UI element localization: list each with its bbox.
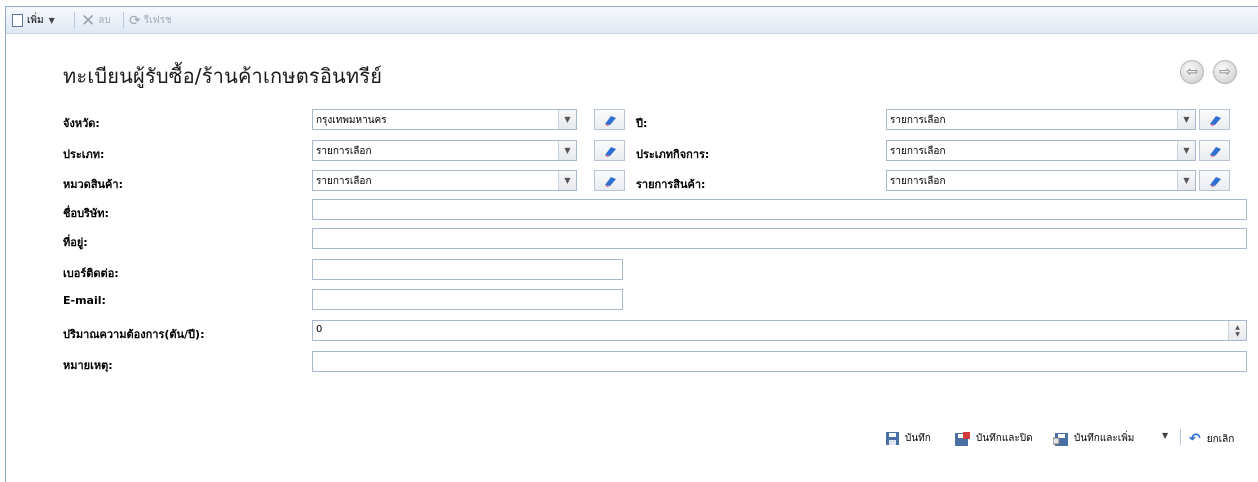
save-add-label: บันทึกและเพิ่ม	[1074, 433, 1135, 444]
spin-down-icon[interactable]: ▼	[1235, 331, 1240, 338]
spin-up-icon[interactable]: ▲	[1235, 324, 1240, 331]
chevron-down-icon: ▼	[48, 16, 55, 25]
phone-input[interactable]	[312, 259, 623, 280]
action-divider	[1180, 429, 1181, 445]
delete-button[interactable]: ✕ ลบ	[81, 12, 111, 29]
phone-label: เบอร์ติดต่อ:	[63, 267, 119, 280]
remark-input[interactable]	[312, 351, 1247, 372]
save-add-button[interactable]: บันทึกและเพิ่ม	[1053, 431, 1134, 446]
eraser-icon	[604, 146, 616, 157]
business-type-select[interactable]: รายการเลือก ▼	[886, 140, 1196, 161]
year-clear-button[interactable]	[1199, 109, 1230, 130]
chevron-down-icon[interactable]: ▼	[558, 110, 576, 129]
chevron-down-icon[interactable]: ▼	[558, 171, 576, 190]
email-label: E-mail:	[63, 294, 106, 307]
type-label: ประเภท:	[63, 148, 105, 161]
save-close-button[interactable]: บันทึกและปิด	[955, 431, 1033, 446]
address-label: ที่อยู่:	[63, 236, 88, 249]
business-type-label: ประเภทกิจการ:	[636, 148, 710, 161]
product-clear-button[interactable]	[1199, 170, 1230, 191]
province-clear-button[interactable]	[594, 109, 625, 130]
province-select[interactable]: กรุงเทพมหานคร ▼	[312, 109, 577, 130]
arrow-right-icon: ⇨	[1219, 64, 1231, 80]
toolbar-divider	[74, 12, 75, 28]
business-type-clear-button[interactable]	[1199, 140, 1230, 161]
save-add-dropdown[interactable]: ▼	[1162, 431, 1168, 440]
arrow-left-icon: ⇦	[1186, 64, 1198, 80]
toolbar: เพิ่ม ▼ ✕ ลบ ⟳ รีเฟรช	[6, 7, 1258, 34]
province-label: จังหวัด:	[63, 117, 100, 130]
new-document-icon	[12, 14, 23, 27]
category-value: รายการเลือก	[316, 176, 372, 187]
page-title: ทะเบียนผู้รับซื้อ/ร้านค้าเกษตรอินทรีย์	[63, 64, 383, 88]
forward-button[interactable]: ⇨	[1213, 60, 1237, 84]
eraser-icon	[1209, 176, 1221, 187]
refresh-icon: ⟳	[129, 12, 141, 29]
save-close-label: บันทึกและปิด	[976, 433, 1033, 444]
product-value: รายการเลือก	[890, 176, 946, 187]
refresh-button[interactable]: ⟳ รีเฟรช	[129, 12, 172, 29]
demand-input[interactable]: 0 ▲ ▼	[312, 320, 1247, 341]
add-button-label: เพิ่ม	[27, 15, 44, 26]
year-label: ปี:	[636, 117, 648, 130]
business-type-value: รายการเลือก	[890, 146, 946, 157]
type-value: รายการเลือก	[316, 146, 372, 157]
save-button[interactable]: บันทึก	[886, 431, 931, 446]
chevron-down-icon: ▼	[1162, 431, 1169, 440]
delete-icon: ✕	[81, 10, 96, 31]
toolbar-divider	[123, 12, 124, 28]
address-input[interactable]	[312, 228, 1247, 249]
save-close-icon	[955, 431, 970, 446]
year-value: รายการเลือก	[890, 115, 946, 126]
province-value: กรุงเทพมหานคร	[316, 115, 387, 126]
eraser-icon	[604, 115, 616, 126]
save-label: บันทึก	[905, 433, 931, 444]
eraser-icon	[1209, 146, 1221, 157]
email-input[interactable]	[312, 289, 623, 310]
cancel-label: ยกเลิก	[1206, 433, 1235, 445]
product-label: รายการสินค้า:	[636, 178, 706, 191]
company-input[interactable]	[312, 199, 1247, 220]
demand-value: 0	[316, 324, 323, 335]
year-select[interactable]: รายการเลือก ▼	[886, 109, 1196, 130]
back-button[interactable]: ⇦	[1180, 60, 1204, 84]
remark-label: หมายเหตุ:	[63, 359, 113, 372]
chevron-down-icon[interactable]: ▼	[1177, 171, 1195, 190]
chevron-down-icon[interactable]: ▼	[558, 141, 576, 160]
company-label: ชื่อบริษัท:	[63, 207, 109, 220]
chevron-down-icon[interactable]: ▼	[1177, 110, 1195, 129]
add-button[interactable]: เพิ่ม ▼	[12, 12, 55, 29]
floppy-disk-icon	[886, 432, 899, 445]
eraser-icon	[604, 176, 616, 187]
spinner-buttons[interactable]: ▲ ▼	[1228, 321, 1246, 340]
demand-label: ปริมาณความต้องการ(ตัน/ปี):	[63, 328, 205, 341]
category-label: หมวดสินค้า:	[63, 178, 123, 191]
save-add-icon	[1053, 432, 1068, 446]
refresh-button-label: รีเฟรช	[143, 15, 172, 26]
chevron-down-icon[interactable]: ▼	[1177, 141, 1195, 160]
category-clear-button[interactable]	[594, 170, 625, 191]
cancel-button[interactable]: ↶ ยกเลิก	[1189, 431, 1234, 447]
delete-button-label: ลบ	[98, 15, 111, 26]
type-select[interactable]: รายการเลือก ▼	[312, 140, 577, 161]
type-clear-button[interactable]	[594, 140, 625, 161]
eraser-icon	[1209, 115, 1221, 126]
undo-icon: ↶	[1189, 431, 1201, 447]
product-select[interactable]: รายการเลือก ▼	[886, 170, 1196, 191]
category-select[interactable]: รายการเลือก ▼	[312, 170, 577, 191]
